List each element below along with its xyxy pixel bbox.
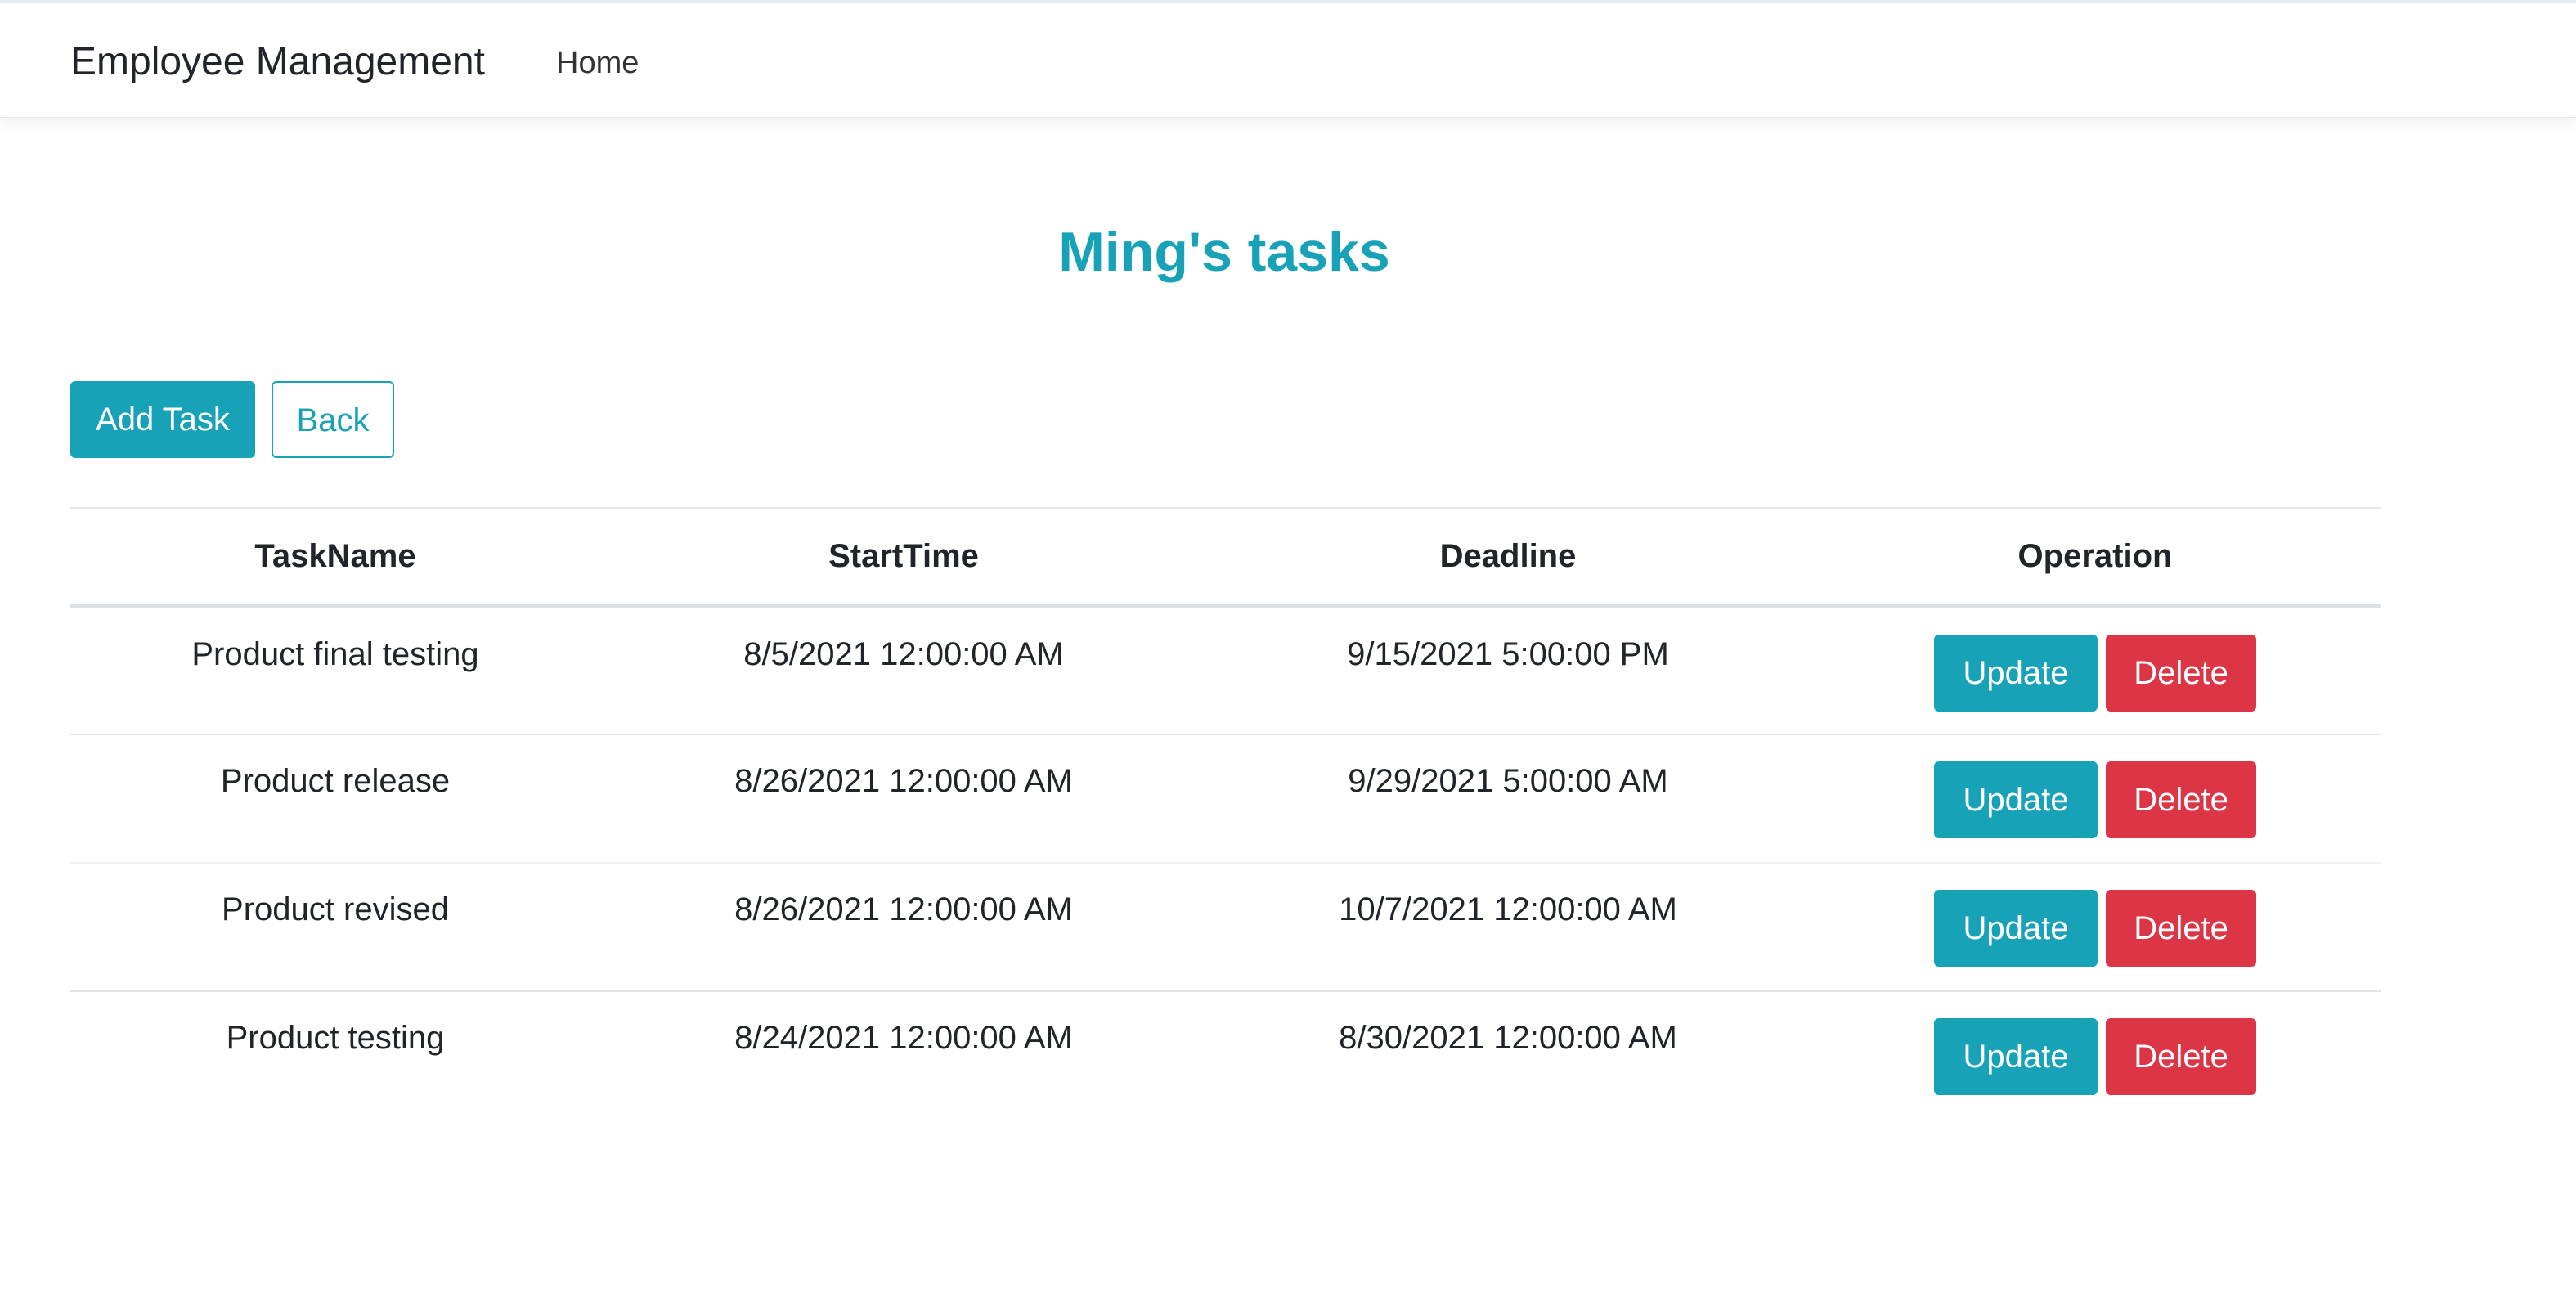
start-time: 8/26/2021 12:00:00 AM bbox=[734, 763, 1073, 799]
task-name: Product final testing bbox=[191, 635, 479, 672]
table-row: Product revised 8/26/2021 12:00:00 AM 10… bbox=[70, 863, 2381, 992]
deadline-cell: 9/15/2021 5:00:00 PM bbox=[1207, 606, 1809, 735]
task-name: Product testing bbox=[226, 1020, 445, 1056]
delete-button[interactable]: Delete bbox=[2106, 1018, 2256, 1095]
start-time: 8/5/2021 12:00:00 AM bbox=[743, 635, 1064, 672]
deadline: 8/30/2021 12:00:00 AM bbox=[1339, 1020, 1677, 1056]
operation-buttons: Update Delete bbox=[1809, 992, 2381, 1095]
header-operation: Operation bbox=[1809, 507, 2381, 608]
update-button[interactable]: Update bbox=[1934, 761, 2098, 838]
deadline-cell: 10/7/2021 12:00:00 AM bbox=[1207, 863, 1809, 992]
table-row: Product testing 8/24/2021 12:00:00 AM 8/… bbox=[70, 991, 2381, 1120]
header-taskname: TaskName bbox=[70, 507, 600, 608]
start-time-cell: 8/26/2021 12:00:00 AM bbox=[600, 734, 1207, 864]
table-row: Product release 8/26/2021 12:00:00 AM 9/… bbox=[70, 734, 2381, 864]
operation-buttons: Update Delete bbox=[1809, 735, 2381, 838]
delete-button[interactable]: Delete bbox=[2106, 761, 2256, 838]
deadline-cell: 9/29/2021 5:00:00 AM bbox=[1207, 734, 1809, 864]
task-name-cell: Product testing bbox=[70, 991, 600, 1120]
delete-button[interactable]: Delete bbox=[2106, 634, 2256, 712]
brand-link[interactable]: Employee Management bbox=[70, 38, 485, 87]
operation-cell: Update Delete bbox=[1809, 991, 2381, 1120]
task-name-cell: Product final testing bbox=[70, 606, 600, 735]
task-name-cell: Product release bbox=[70, 734, 600, 864]
header-deadline: Deadline bbox=[1207, 507, 1809, 608]
operation-cell: Update Delete bbox=[1809, 863, 2381, 992]
table-header-row: TaskName StartTime Deadline Operation bbox=[70, 507, 2381, 608]
start-time: 8/24/2021 12:00:00 AM bbox=[734, 1020, 1073, 1056]
deadline-cell: 8/30/2021 12:00:00 AM bbox=[1207, 991, 1809, 1120]
delete-button[interactable]: Delete bbox=[2106, 890, 2256, 967]
tasks-table: TaskName StartTime Deadline Operation Pr… bbox=[70, 507, 2381, 1120]
add-task-button[interactable]: Add Task bbox=[70, 381, 255, 458]
navbar: Employee Management Home bbox=[0, 0, 2576, 118]
update-button[interactable]: Update bbox=[1934, 1018, 2098, 1095]
start-time: 8/26/2021 12:00:00 AM bbox=[734, 891, 1073, 927]
operation-buttons: Update Delete bbox=[1809, 864, 2381, 967]
back-button[interactable]: Back bbox=[272, 381, 394, 458]
deadline: 9/15/2021 5:00:00 PM bbox=[1347, 635, 1669, 672]
update-button[interactable]: Update bbox=[1934, 634, 2098, 712]
nav-home-link[interactable]: Home bbox=[556, 43, 639, 83]
start-time-cell: 8/5/2021 12:00:00 AM bbox=[600, 606, 1207, 735]
start-time-cell: 8/26/2021 12:00:00 AM bbox=[600, 863, 1207, 992]
start-time-cell: 8/24/2021 12:00:00 AM bbox=[600, 991, 1207, 1120]
deadline: 9/29/2021 5:00:00 AM bbox=[1348, 763, 1668, 799]
task-name: Product release bbox=[220, 763, 451, 799]
page-title: Ming's tasks bbox=[1058, 221, 1390, 283]
header-starttime: StartTime bbox=[600, 507, 1207, 608]
operation-cell: Update Delete bbox=[1809, 606, 2381, 735]
deadline: 10/7/2021 12:00:00 AM bbox=[1339, 891, 1677, 927]
task-name: Product revised bbox=[222, 891, 449, 927]
operation-cell: Update Delete bbox=[1809, 734, 2381, 864]
operation-buttons: Update Delete bbox=[1809, 608, 2381, 712]
update-button[interactable]: Update bbox=[1934, 890, 2098, 967]
table-row: Product final testing 8/5/2021 12:00:00 … bbox=[70, 606, 2381, 735]
task-name-cell: Product revised bbox=[70, 863, 600, 992]
